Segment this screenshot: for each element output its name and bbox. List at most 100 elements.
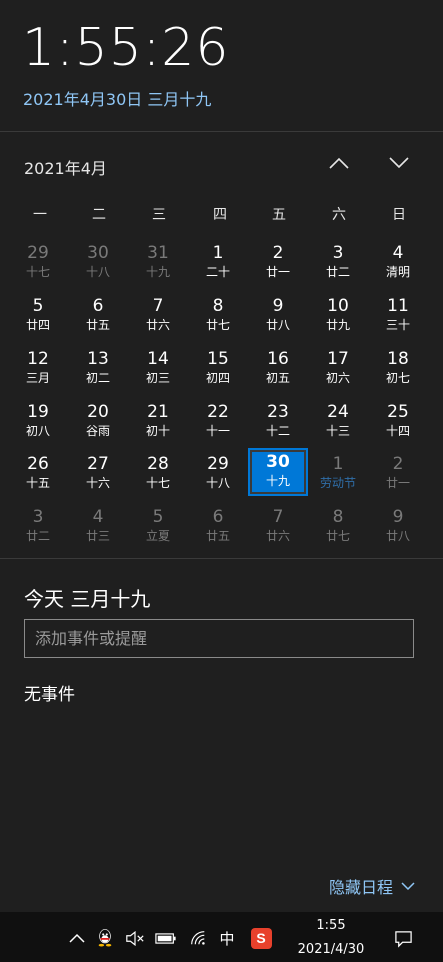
day-number: 22 — [207, 402, 229, 422]
lunar-date: 十八 — [85, 265, 110, 279]
next-month-button[interactable] — [383, 148, 415, 178]
lunar-date: 廿七 — [205, 318, 230, 332]
lunar-date: 十二 — [265, 424, 290, 438]
no-events-label: 无事件 — [24, 685, 75, 705]
weekday-header: 五 — [272, 207, 286, 223]
taskbar-clock[interactable]: 1:55 2021/4/30 — [284, 917, 378, 961]
calendar-day[interactable]: 22 十一 — [190, 400, 246, 452]
sogou-ime-button[interactable]: S — [250, 927, 272, 949]
day-number: 4 — [92, 507, 104, 527]
calendar-day[interactable]: 19 初八 — [10, 400, 66, 452]
calendar-day[interactable]: 18 初七 — [370, 347, 426, 399]
add-event-input[interactable] — [24, 619, 414, 658]
lunar-date: 初四 — [205, 371, 230, 385]
lunar-date: 十六 — [85, 476, 110, 490]
calendar-day[interactable]: 7 廿六 — [130, 294, 186, 346]
divider — [0, 131, 443, 132]
lunar-date: 清明 — [385, 265, 410, 279]
show-hidden-icons-button[interactable] — [66, 927, 88, 949]
calendar-day[interactable]: 20 谷雨 — [70, 400, 126, 452]
calendar-day[interactable]: 4 清明 — [370, 241, 426, 293]
full-date-link[interactable]: 2021年4月30日 三月十九 — [23, 86, 211, 110]
calendar-day-today[interactable]: 30 十九 — [248, 448, 308, 496]
hide-agenda-button[interactable]: 隐藏日程 — [329, 874, 415, 898]
lunar-date: 初八 — [25, 424, 50, 438]
calendar-day[interactable]: 7 廿六 — [250, 505, 306, 557]
lunar-date: 初二 — [85, 371, 110, 385]
lunar-date: 十八 — [205, 476, 230, 490]
calendar-day[interactable]: 8 廿七 — [190, 294, 246, 346]
calendar-day[interactable]: 6 廿五 — [70, 294, 126, 346]
day-number: 29 — [207, 454, 229, 474]
clock-time: 1:55:26 — [22, 18, 230, 78]
calendar-day[interactable]: 3 廿二 — [310, 241, 366, 293]
lunar-date: 十四 — [385, 424, 410, 438]
lunar-date: 廿二 — [25, 529, 50, 543]
calendar-day[interactable]: 17 初六 — [310, 347, 366, 399]
calendar-day[interactable]: 24 十三 — [310, 400, 366, 452]
day-number: 7 — [152, 296, 164, 316]
calendar-day[interactable]: 29 十七 — [10, 241, 66, 293]
calendar-day[interactable]: 11 三十 — [370, 294, 426, 346]
calendar-day[interactable]: 9 廿八 — [370, 505, 426, 557]
calendar-day[interactable]: 6 廿五 — [190, 505, 246, 557]
calendar-day[interactable]: 2 廿一 — [250, 241, 306, 293]
volume-button[interactable] — [124, 927, 146, 949]
day-number: 1 — [332, 454, 344, 474]
calendar-day[interactable]: 1 劳动节 — [310, 452, 366, 504]
day-number: 3 — [32, 507, 44, 527]
calendar-day[interactable]: 5 立夏 — [130, 505, 186, 557]
ime-mode-button[interactable]: 中 — [216, 927, 238, 949]
lunar-date: 二十 — [205, 265, 230, 279]
calendar-day[interactable]: 9 廿八 — [250, 294, 306, 346]
weekday-header: 六 — [332, 207, 346, 223]
weekday-header: 日 — [392, 207, 406, 223]
calendar-day[interactable]: 1 二十 — [190, 241, 246, 293]
day-number: 2 — [392, 454, 404, 474]
lunar-date: 廿二 — [325, 265, 350, 279]
day-number: 9 — [272, 296, 284, 316]
calendar-day[interactable]: 26 十五 — [10, 452, 66, 504]
lunar-date: 三月 — [25, 371, 50, 385]
day-number: 3 — [332, 243, 344, 263]
network-button[interactable] — [187, 927, 209, 949]
lunar-date: 廿五 — [205, 529, 230, 543]
calendar-day[interactable]: 29 十八 — [190, 452, 246, 504]
day-number: 6 — [92, 296, 104, 316]
calendar-day[interactable]: 10 廿九 — [310, 294, 366, 346]
qq-tray-button[interactable] — [94, 927, 116, 949]
day-number: 8 — [332, 507, 344, 527]
calendar-day[interactable]: 25 十四 — [370, 400, 426, 452]
calendar-day[interactable]: 13 初二 — [70, 347, 126, 399]
calendar-day[interactable]: 14 初三 — [130, 347, 186, 399]
battery-button[interactable] — [155, 927, 177, 949]
calendar-day[interactable]: 21 初十 — [130, 400, 186, 452]
lunar-date: 廿七 — [325, 529, 350, 543]
calendar-day[interactable]: 31 十九 — [130, 241, 186, 293]
divider — [0, 558, 443, 559]
chevron-down-icon — [389, 157, 409, 169]
calendar-day[interactable]: 15 初四 — [190, 347, 246, 399]
month-year-label[interactable]: 2021年4月 — [24, 155, 107, 179]
wifi-icon — [191, 931, 205, 945]
calendar-day[interactable]: 27 十六 — [70, 452, 126, 504]
lunar-date: 初十 — [145, 424, 170, 438]
day-number: 5 — [152, 507, 164, 527]
calendar-day[interactable]: 16 初五 — [250, 347, 306, 399]
lunar-date: 十五 — [25, 476, 50, 490]
previous-month-button[interactable] — [323, 148, 355, 178]
calendar-day[interactable]: 5 廿四 — [10, 294, 66, 346]
day-number: 30 — [87, 243, 109, 263]
action-center-button[interactable] — [392, 927, 414, 949]
calendar-day[interactable]: 4 廿三 — [70, 505, 126, 557]
calendar-day[interactable]: 30 十八 — [70, 241, 126, 293]
calendar-day[interactable]: 12 三月 — [10, 347, 66, 399]
calendar-day[interactable]: 23 十二 — [250, 400, 306, 452]
calendar-day[interactable]: 2 廿一 — [370, 452, 426, 504]
calendar-day[interactable]: 28 十七 — [130, 452, 186, 504]
chevron-up-icon — [69, 933, 85, 943]
calendar-day[interactable]: 3 廿二 — [10, 505, 66, 557]
taskbar: 中 S 1:55 2021/4/30 — [0, 912, 443, 962]
calendar-day[interactable]: 8 廿七 — [310, 505, 366, 557]
day-number: 29 — [27, 243, 49, 263]
